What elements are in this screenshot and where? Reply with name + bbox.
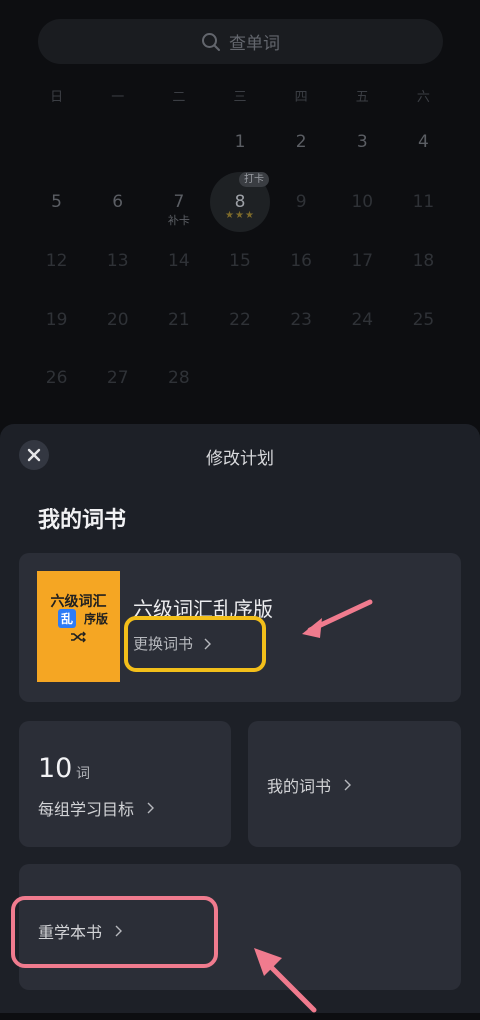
goal-label: 每组学习目标 xyxy=(38,800,135,819)
punch-badge: 打卡 xyxy=(239,172,269,187)
annotation-arrow-icon xyxy=(254,948,317,1013)
book-cover: 六级词汇 乱 序版 xyxy=(37,571,120,682)
modify-plan-sheet: 修改计划 我的词书 六级词汇 乱 序版 六级词汇乱序版 更换词书 10 词 每组… xyxy=(0,424,480,1013)
calendar-day[interactable]: 26 xyxy=(26,368,87,388)
search-icon xyxy=(202,32,220,51)
weekday: 一 xyxy=(111,90,125,105)
calendar-row: 1 2 3 4 xyxy=(26,132,454,152)
weekday: 六 xyxy=(416,90,430,105)
calendar-day[interactable]: 14 xyxy=(148,251,209,271)
calendar-day[interactable]: 11 xyxy=(393,192,454,212)
calendar-row: 26 27 28 xyxy=(26,368,454,388)
calendar-day[interactable]: 4 xyxy=(393,132,454,152)
weekday: 二 xyxy=(172,90,186,105)
calendar-day[interactable]: 16 xyxy=(271,251,332,271)
today-number[interactable]: 8 xyxy=(210,192,270,212)
calendar-day[interactable] xyxy=(148,132,209,152)
my-books-label: 我的词书 xyxy=(267,777,332,796)
calendar-day[interactable]: 19 xyxy=(26,310,87,330)
calendar-row: 19 20 21 22 23 24 25 xyxy=(26,310,454,330)
calendar-day[interactable]: 21 xyxy=(148,310,209,330)
calendar-day[interactable]: 13 xyxy=(87,251,148,271)
cover-badge: 乱 xyxy=(58,609,77,628)
calendar-day[interactable]: 12 xyxy=(26,251,87,271)
weekday-header: 日 一 二 三 四 五 六 xyxy=(26,86,454,106)
calendar-day[interactable]: 17 xyxy=(332,251,393,271)
calendar-day[interactable]: 5 xyxy=(26,192,87,212)
calendar-day[interactable]: 6 xyxy=(87,192,148,212)
annotation-arrow-icon xyxy=(302,599,373,638)
my-books-card[interactable]: 我的词书 xyxy=(248,721,461,847)
calendar-row: 12 13 14 15 16 17 18 xyxy=(26,251,454,271)
calendar-day[interactable] xyxy=(26,132,87,152)
calendar-day xyxy=(393,368,454,388)
daily-goal-card[interactable]: 10 词 每组学习目标 xyxy=(19,721,231,847)
my-books-row[interactable]: 我的词书 xyxy=(267,773,352,797)
goal-unit: 词 xyxy=(76,766,90,782)
calendar-day xyxy=(209,368,270,388)
calendar-day[interactable]: 23 xyxy=(271,310,332,330)
calendar-day xyxy=(332,368,393,388)
day-number: 7 xyxy=(173,192,185,212)
calendar-day[interactable]: 22 xyxy=(209,310,270,330)
cover-title: 六级词汇 xyxy=(50,594,107,610)
goal-value: 10 xyxy=(38,753,73,784)
search-placeholder: 查单词 xyxy=(229,34,280,54)
calendar-day[interactable]: 18 xyxy=(393,251,454,271)
highlight-box-relearn xyxy=(11,896,218,968)
calendar-day[interactable]: 1 xyxy=(209,132,270,152)
calendar-day[interactable]: 2 xyxy=(271,132,332,152)
calendar-day[interactable]: 24 xyxy=(332,310,393,330)
cover-subtitle: 序版 xyxy=(84,612,109,626)
makeup-label: 补卡 xyxy=(167,214,190,227)
calendar-day[interactable]: 28 xyxy=(148,368,209,388)
highlight-box-change-book xyxy=(124,616,266,672)
calendar-day xyxy=(271,368,332,388)
calendar-day[interactable]: 15 xyxy=(209,251,270,271)
calendar-day[interactable]: 27 xyxy=(87,368,148,388)
section-title: 我的词书 xyxy=(38,508,127,533)
search-bar[interactable]: 查单词 xyxy=(38,19,443,64)
star-rating: ★★★ xyxy=(225,210,255,221)
calendar-day[interactable]: 3 xyxy=(332,132,393,152)
goal-label-row[interactable]: 每组学习目标 xyxy=(38,796,155,820)
weekday: 日 xyxy=(50,90,64,105)
calendar-day[interactable] xyxy=(87,132,148,152)
calendar-day[interactable]: 9 xyxy=(271,192,332,212)
chevron-right-icon xyxy=(147,802,155,814)
calendar-day[interactable]: 20 xyxy=(87,310,148,330)
weekday: 三 xyxy=(233,90,247,105)
calendar-day[interactable]: 7 补卡 xyxy=(148,192,209,227)
shuffle-icon xyxy=(71,631,86,643)
weekday: 五 xyxy=(355,90,369,105)
chevron-right-icon xyxy=(344,779,352,791)
calendar-day[interactable]: 10 xyxy=(332,192,393,212)
calendar-day[interactable]: 25 xyxy=(393,310,454,330)
weekday: 四 xyxy=(294,90,308,105)
sheet-title: 修改计划 xyxy=(206,449,274,469)
